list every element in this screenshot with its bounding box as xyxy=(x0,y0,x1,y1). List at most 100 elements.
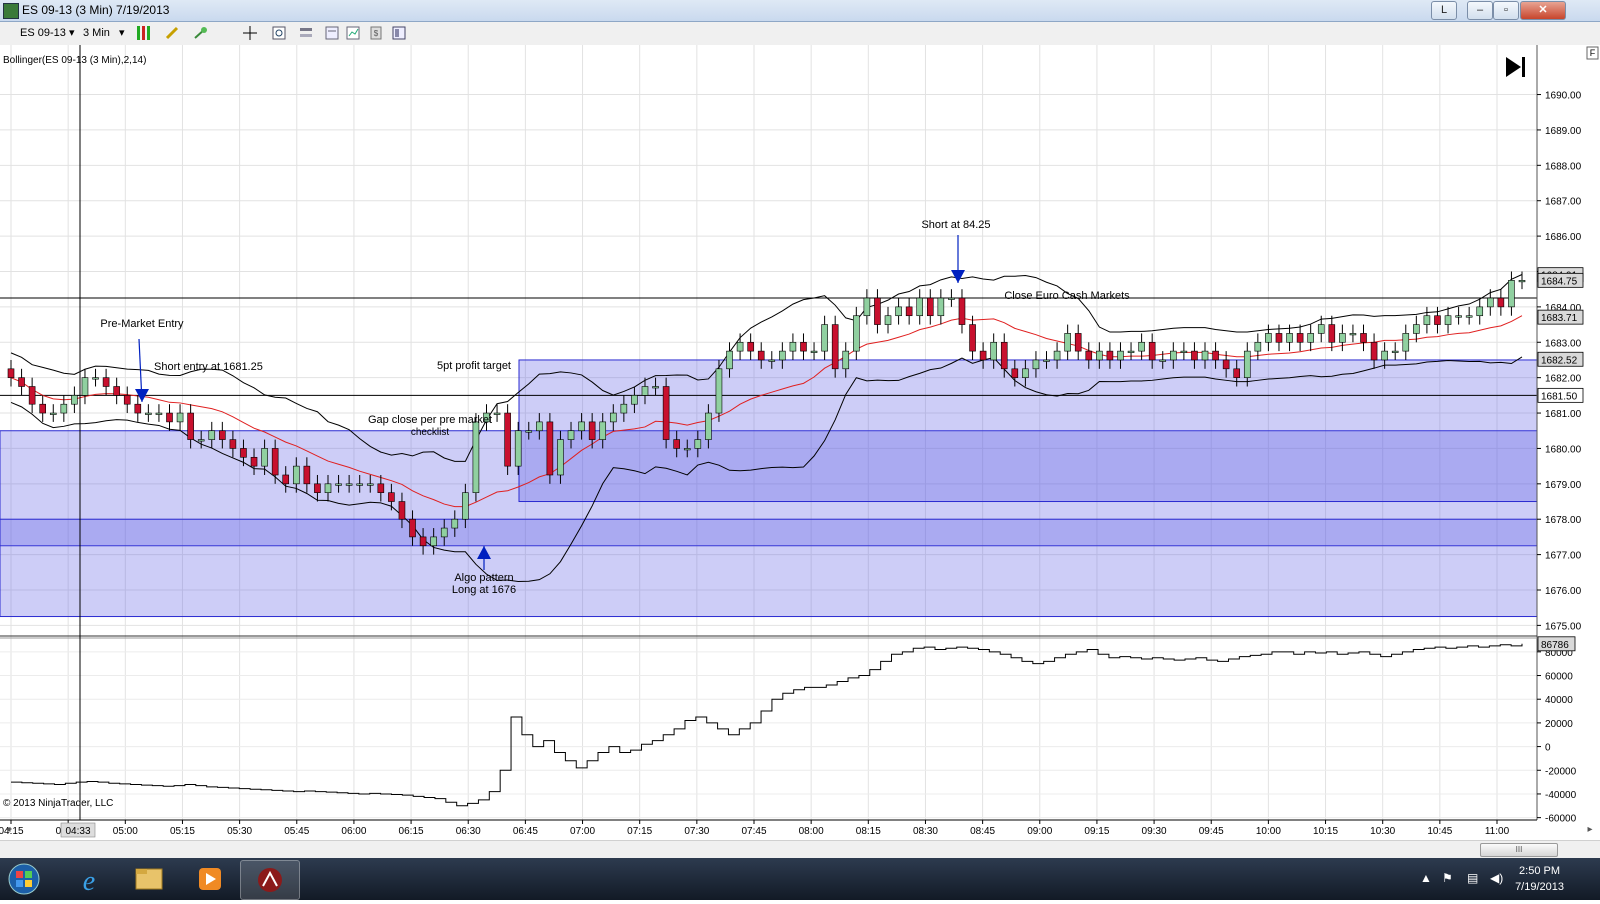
candle-down xyxy=(314,483,321,493)
show-hidden-icons-icon[interactable]: ▲ xyxy=(1420,871,1432,885)
candle-down xyxy=(1011,368,1019,378)
scroll-thumb[interactable]: III xyxy=(1480,843,1558,857)
clock[interactable]: 2:50 PM 7/19/2013 xyxy=(1515,863,1564,895)
candle-down xyxy=(1106,350,1114,361)
candle-up xyxy=(1265,333,1272,343)
candle-down xyxy=(282,474,290,485)
candle-down xyxy=(1085,350,1093,361)
candle-up xyxy=(208,430,216,440)
candle-up xyxy=(1117,350,1124,361)
indicator-label: Bollinger(ES 09-13 (3 Min),2,14) xyxy=(3,55,146,66)
candle-up xyxy=(1032,359,1040,370)
scroll-right-arrow-icon[interactable]: ▸ xyxy=(1587,824,1592,835)
minimize-button[interactable]: – xyxy=(1467,1,1493,20)
candle-up xyxy=(197,439,205,442)
link-button[interactable]: L xyxy=(1431,1,1457,20)
candle-down xyxy=(662,386,670,440)
candle-down xyxy=(1370,341,1378,361)
candle-up xyxy=(1317,324,1325,334)
annotation-gap-close: Gap close per pre market xyxy=(368,414,492,426)
candle-down xyxy=(398,501,406,520)
candle-up xyxy=(641,386,649,396)
network-icon[interactable]: ▤ xyxy=(1467,871,1478,885)
flag-icon[interactable]: ⚑ xyxy=(1442,871,1453,885)
candle-down xyxy=(1296,333,1304,343)
drawing-tool-icon[interactable] xyxy=(165,26,180,40)
candle-down xyxy=(229,439,237,449)
interval-dropdown-icon[interactable]: ▾ xyxy=(119,25,125,41)
candle-up xyxy=(620,403,628,414)
instrument-selector[interactable]: ES 09-13 xyxy=(20,25,66,41)
candle-down xyxy=(166,412,173,423)
price-tick-label: 1679.00 xyxy=(1545,480,1582,491)
instrument-dropdown-icon[interactable]: ▾ xyxy=(69,25,75,41)
panel-f-button[interactable]: F xyxy=(1586,46,1599,60)
chart-trader-icon[interactable] xyxy=(346,26,361,40)
candle-down xyxy=(926,297,934,317)
candle-up xyxy=(356,483,363,486)
candle-up xyxy=(1487,297,1494,308)
app-icon xyxy=(3,3,19,19)
price-chart[interactable]: 1675.00 1676.00 1677.00 1678.00 1679.00 1680.… xyxy=(0,45,1600,840)
candle-up xyxy=(1476,306,1484,317)
volume-tick-label: 0 xyxy=(1545,743,1551,754)
price-tag-label: 1682.52 xyxy=(1541,355,1578,366)
volume-icon[interactable]: ◀) xyxy=(1490,871,1503,885)
zoom-icon[interactable] xyxy=(272,26,287,40)
title-bar: ES 09-13 (3 Min) 7/19/2013 L – ▫ ✕ xyxy=(0,0,1600,22)
scroll-left-arrow-icon[interactable]: ◂ xyxy=(5,824,10,835)
indicator-icon[interactable] xyxy=(193,26,208,40)
candle-up xyxy=(1339,333,1346,343)
candle-down xyxy=(28,386,36,405)
candle-up xyxy=(1391,350,1399,353)
candle-up xyxy=(176,412,184,423)
data-box-icon[interactable] xyxy=(325,26,340,40)
candle-up xyxy=(292,465,300,485)
price-tick-label: 1675.00 xyxy=(1545,621,1582,632)
candle-up xyxy=(1444,315,1452,325)
annotation-algo-pattern: Algo pattern xyxy=(454,572,513,584)
candle-down xyxy=(905,306,913,317)
candle-up xyxy=(1349,333,1357,336)
close-button[interactable]: ✕ xyxy=(1520,1,1566,20)
candle-up xyxy=(1043,359,1050,362)
taskbar: e ▲ ⚑ ▤ ◀) 2:50 PM 7/19/2013 xyxy=(0,858,1600,900)
internet-explorer-icon[interactable]: e xyxy=(60,860,118,898)
price-tick-label: 1683.00 xyxy=(1545,338,1582,349)
volume-tick-label: 40000 xyxy=(1545,695,1573,706)
time-tick-label: 05:15 xyxy=(170,826,195,837)
strategy-icon[interactable]: $ xyxy=(369,26,384,40)
interval-selector[interactable]: 3 Min xyxy=(83,25,110,41)
candle-down xyxy=(1233,368,1241,378)
time-tick-label: 08:15 xyxy=(856,826,881,837)
ninjatrader-taskbar-icon[interactable] xyxy=(240,860,300,900)
start-button[interactable] xyxy=(0,860,48,898)
horizontal-scrollbar[interactable]: III xyxy=(0,840,1600,858)
candle-up xyxy=(493,412,501,415)
candle-up xyxy=(1138,341,1145,352)
volume-tick-label: 60000 xyxy=(1545,672,1573,683)
candle-up xyxy=(578,421,585,432)
bar-style-icon[interactable] xyxy=(137,26,152,40)
template-icon[interactable] xyxy=(392,26,407,40)
candle-down xyxy=(419,536,427,547)
candle-up xyxy=(683,448,691,451)
annotation-short-entry: Short entry at 1681.25 xyxy=(154,361,263,373)
price-tick-label: 1689.00 xyxy=(1545,126,1582,137)
crosshair-icon[interactable] xyxy=(243,26,258,40)
candle-up xyxy=(821,324,828,352)
candle-up xyxy=(1413,324,1420,334)
maximize-button[interactable]: ▫ xyxy=(1493,1,1519,20)
time-tick-label: 11:00 xyxy=(1485,826,1510,837)
svg-text:e: e xyxy=(83,866,95,897)
price-tag-label: 1684.75 xyxy=(1541,276,1578,287)
media-player-icon[interactable] xyxy=(180,860,238,898)
file-explorer-icon[interactable] xyxy=(120,860,178,898)
price-tick-label: 1687.00 xyxy=(1545,197,1582,208)
properties-icon[interactable] xyxy=(299,26,314,40)
candle-down xyxy=(1191,350,1198,361)
chart-toolbar: ES 09-13 ▾ 3 Min ▾ $ xyxy=(0,22,1600,46)
candle-up xyxy=(1064,333,1071,352)
candle-up xyxy=(1243,350,1251,378)
candle-up xyxy=(609,412,617,423)
